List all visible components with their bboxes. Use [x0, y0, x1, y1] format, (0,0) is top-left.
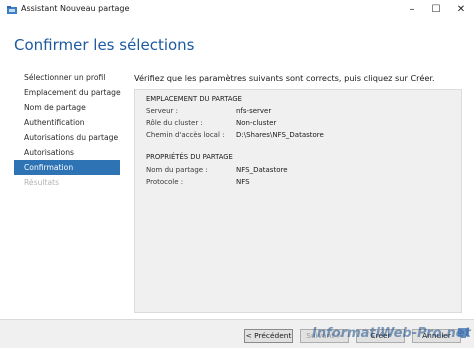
row-label-share-name: Nom du partage :: [146, 166, 208, 174]
row-label-protocol: Protocole :: [146, 178, 184, 186]
minimize-button[interactable]: –: [400, 0, 424, 20]
nav-item-share-permissions[interactable]: Autorisations du partage: [14, 130, 120, 145]
row-label-local-path: Chemin d'accès local :: [146, 131, 225, 139]
maximize-button[interactable]: ☐: [424, 0, 448, 20]
row-value-server: nfs-server: [236, 107, 272, 115]
instructions-text: Vérifiez que les paramètres suivants son…: [134, 73, 435, 83]
nav-item-select-profile[interactable]: Sélectionner un profil: [14, 70, 120, 85]
close-button[interactable]: ✕: [449, 0, 473, 20]
row-label-cluster-role: Rôle du cluster :: [146, 119, 203, 127]
row-value-protocol: NFS: [236, 178, 250, 186]
previous-button[interactable]: < Précédent: [244, 329, 293, 343]
watermark-logo-icon: [458, 328, 469, 338]
page-title: Confirmer les sélections: [14, 36, 195, 54]
section-title-properties: PROPRIÉTÉS DU PARTAGE: [146, 153, 233, 161]
row-value-local-path: D:\Shares\NFS_Datastore: [236, 131, 324, 139]
confirmation-panel: EMPLACEMENT DU PARTAGE Serveur : nfs-ser…: [134, 89, 462, 313]
section-title-location: EMPLACEMENT DU PARTAGE: [146, 95, 242, 103]
row-value-share-name: NFS_Datastore: [236, 166, 288, 174]
nav-item-results: Résultats: [24, 178, 60, 187]
nav-item-share-name[interactable]: Nom de partage: [14, 100, 120, 115]
watermark-text: InformatiWeb-Pro.net: [312, 326, 471, 341]
row-value-cluster-role: Non-cluster: [236, 119, 277, 127]
nav-item-authentication[interactable]: Authentification: [14, 115, 120, 130]
wizard-window: Assistant Nouveau partage – ☐ ✕ Confirme…: [0, 0, 474, 348]
folder-share-icon: [7, 6, 17, 14]
title-bar[interactable]: Assistant Nouveau partage – ☐ ✕: [0, 0, 474, 20]
row-label-server: Serveur :: [146, 107, 178, 115]
window-title: Assistant Nouveau partage: [21, 4, 130, 13]
wizard-steps-nav: Sélectionner un profil Emplacement du pa…: [14, 70, 121, 190]
nav-item-permissions[interactable]: Autorisations: [14, 145, 120, 160]
nav-item-share-location[interactable]: Emplacement du partage: [14, 85, 121, 100]
nav-item-confirmation[interactable]: Confirmation: [14, 160, 120, 175]
